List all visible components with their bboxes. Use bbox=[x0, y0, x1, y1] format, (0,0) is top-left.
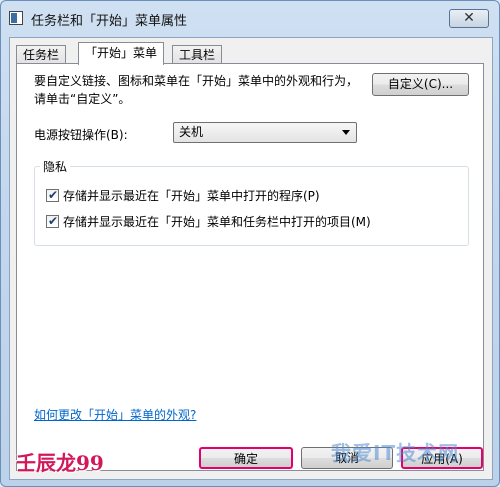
power-button-select[interactable]: 关机 bbox=[173, 122, 357, 143]
power-button-value: 关机 bbox=[179, 125, 204, 139]
privacy-group bbox=[34, 166, 469, 246]
chevron-down-icon bbox=[342, 130, 350, 135]
checkmark-icon: ✔ bbox=[48, 214, 59, 228]
recent-items-label: 存储并显示最近在「开始」菜单和任务栏中打开的项目(M) bbox=[63, 215, 371, 229]
tab-start-menu[interactable]: 「开始」菜单 bbox=[78, 42, 165, 65]
title-bar[interactable]: 任务栏和「开始」菜单属性 ✕ bbox=[1, 1, 499, 37]
privacy-legend: 隐私 bbox=[40, 158, 71, 175]
window-title: 任务栏和「开始」菜单属性 bbox=[31, 14, 188, 29]
dialog-body: 任务栏 「开始」菜单 工具栏 要自定义链接、图标和菜单在「开始」菜单中的外观和行… bbox=[9, 37, 493, 480]
power-button-label: 电源按钮操作(B): bbox=[34, 128, 128, 142]
start-menu-panel: 要自定义链接、图标和菜单在「开始」菜单中的外观和行为，请单击“自定义”。 自定义… bbox=[16, 63, 484, 471]
tab-toolbars[interactable]: 工具栏 bbox=[172, 45, 223, 64]
recent-programs-label: 存储并显示最近在「开始」菜单中打开的程序(P) bbox=[63, 189, 320, 203]
customize-description: 要自定义链接、图标和菜单在「开始」菜单中的外观和行为，请单击“自定义”。 bbox=[34, 74, 359, 106]
customize-button[interactable]: 自定义(C)... bbox=[372, 73, 469, 96]
author-watermark: 壬辰龙99 bbox=[16, 451, 104, 475]
close-button[interactable]: ✕ bbox=[449, 9, 489, 28]
site-watermark: 我爱IT技术网 bbox=[331, 441, 460, 465]
help-link[interactable]: 如何更改「开始」菜单的外观? bbox=[34, 406, 196, 423]
recent-items-checkbox[interactable]: ✔ bbox=[46, 214, 59, 228]
ok-button[interactable]: 确定 bbox=[199, 447, 293, 469]
tab-taskbar[interactable]: 任务栏 bbox=[16, 45, 67, 64]
taskbar-properties-icon bbox=[9, 11, 23, 25]
properties-window: 任务栏和「开始」菜单属性 ✕ 任务栏 「开始」菜单 工具栏 要自定义链接、图标和… bbox=[0, 0, 500, 487]
checkmark-icon: ✔ bbox=[48, 188, 59, 202]
recent-programs-checkbox[interactable]: ✔ bbox=[46, 188, 59, 202]
